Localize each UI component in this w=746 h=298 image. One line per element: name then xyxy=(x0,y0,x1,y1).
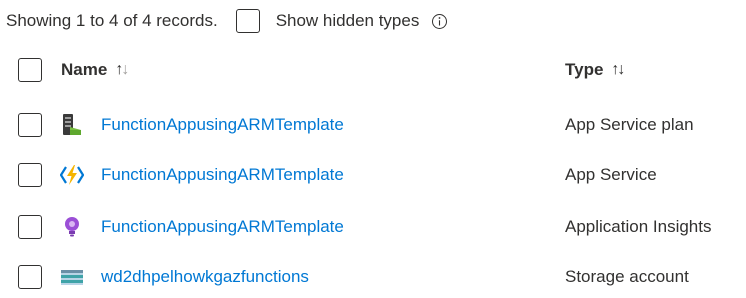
sort-up-down-icon[interactable]: ↑↓ xyxy=(115,61,129,79)
table-row: FunctionAppusingARMTemplate App Service … xyxy=(18,108,746,142)
column-header-name-label: Name xyxy=(61,60,108,79)
table-row: wd2dhpelhowkgazfunctions Storage account xyxy=(18,260,746,294)
resource-name-link[interactable]: FunctionAppusingARMTemplate xyxy=(101,115,344,135)
resource-list-panel: Showing 1 to 4 of 4 records. Show hidden… xyxy=(0,0,746,298)
resource-type: App Service plan xyxy=(565,115,694,134)
show-hidden-types-label: Show hidden types xyxy=(275,11,420,30)
show-hidden-types-toggle[interactable]: Show hidden types xyxy=(235,9,420,33)
storage-account-icon xyxy=(60,265,84,289)
info-icon[interactable] xyxy=(431,13,448,30)
resource-type: Storage account xyxy=(565,267,689,286)
function-app-icon xyxy=(59,163,85,187)
row-checkbox[interactable] xyxy=(18,265,42,289)
row-checkbox[interactable] xyxy=(18,163,42,187)
column-header-type-label: Type xyxy=(565,60,604,79)
app-service-plan-icon xyxy=(60,113,84,137)
resource-name-link[interactable]: FunctionAppusingARMTemplate xyxy=(101,217,344,237)
resource-name-link[interactable]: wd2dhpelhowkgazfunctions xyxy=(101,267,309,287)
resource-name-link[interactable]: FunctionAppusingARMTemplate xyxy=(101,165,344,185)
table-header: Name ↑↓ Type ↑↓ xyxy=(18,55,746,85)
column-header-type[interactable]: Type ↑↓ xyxy=(565,60,625,80)
row-checkbox[interactable] xyxy=(18,215,42,239)
records-count-text: Showing 1 to 4 of 4 records. xyxy=(6,11,218,30)
sort-up-down-icon[interactable]: ↑↓ xyxy=(611,61,625,79)
column-header-name[interactable]: Name ↑↓ xyxy=(61,60,129,80)
resource-type: App Service xyxy=(565,165,657,184)
row-checkbox[interactable] xyxy=(18,113,42,137)
resource-type: Application Insights xyxy=(565,217,712,236)
table-row: FunctionAppusingARMTemplate Application … xyxy=(18,210,746,244)
table-row: FunctionAppusingARMTemplate App Service xyxy=(18,158,746,192)
summary-bar: Showing 1 to 4 of 4 records. Show hidden… xyxy=(6,6,448,36)
show-hidden-types-checkbox[interactable] xyxy=(235,9,260,33)
select-all-checkbox[interactable] xyxy=(18,58,42,82)
application-insights-icon xyxy=(60,215,84,239)
